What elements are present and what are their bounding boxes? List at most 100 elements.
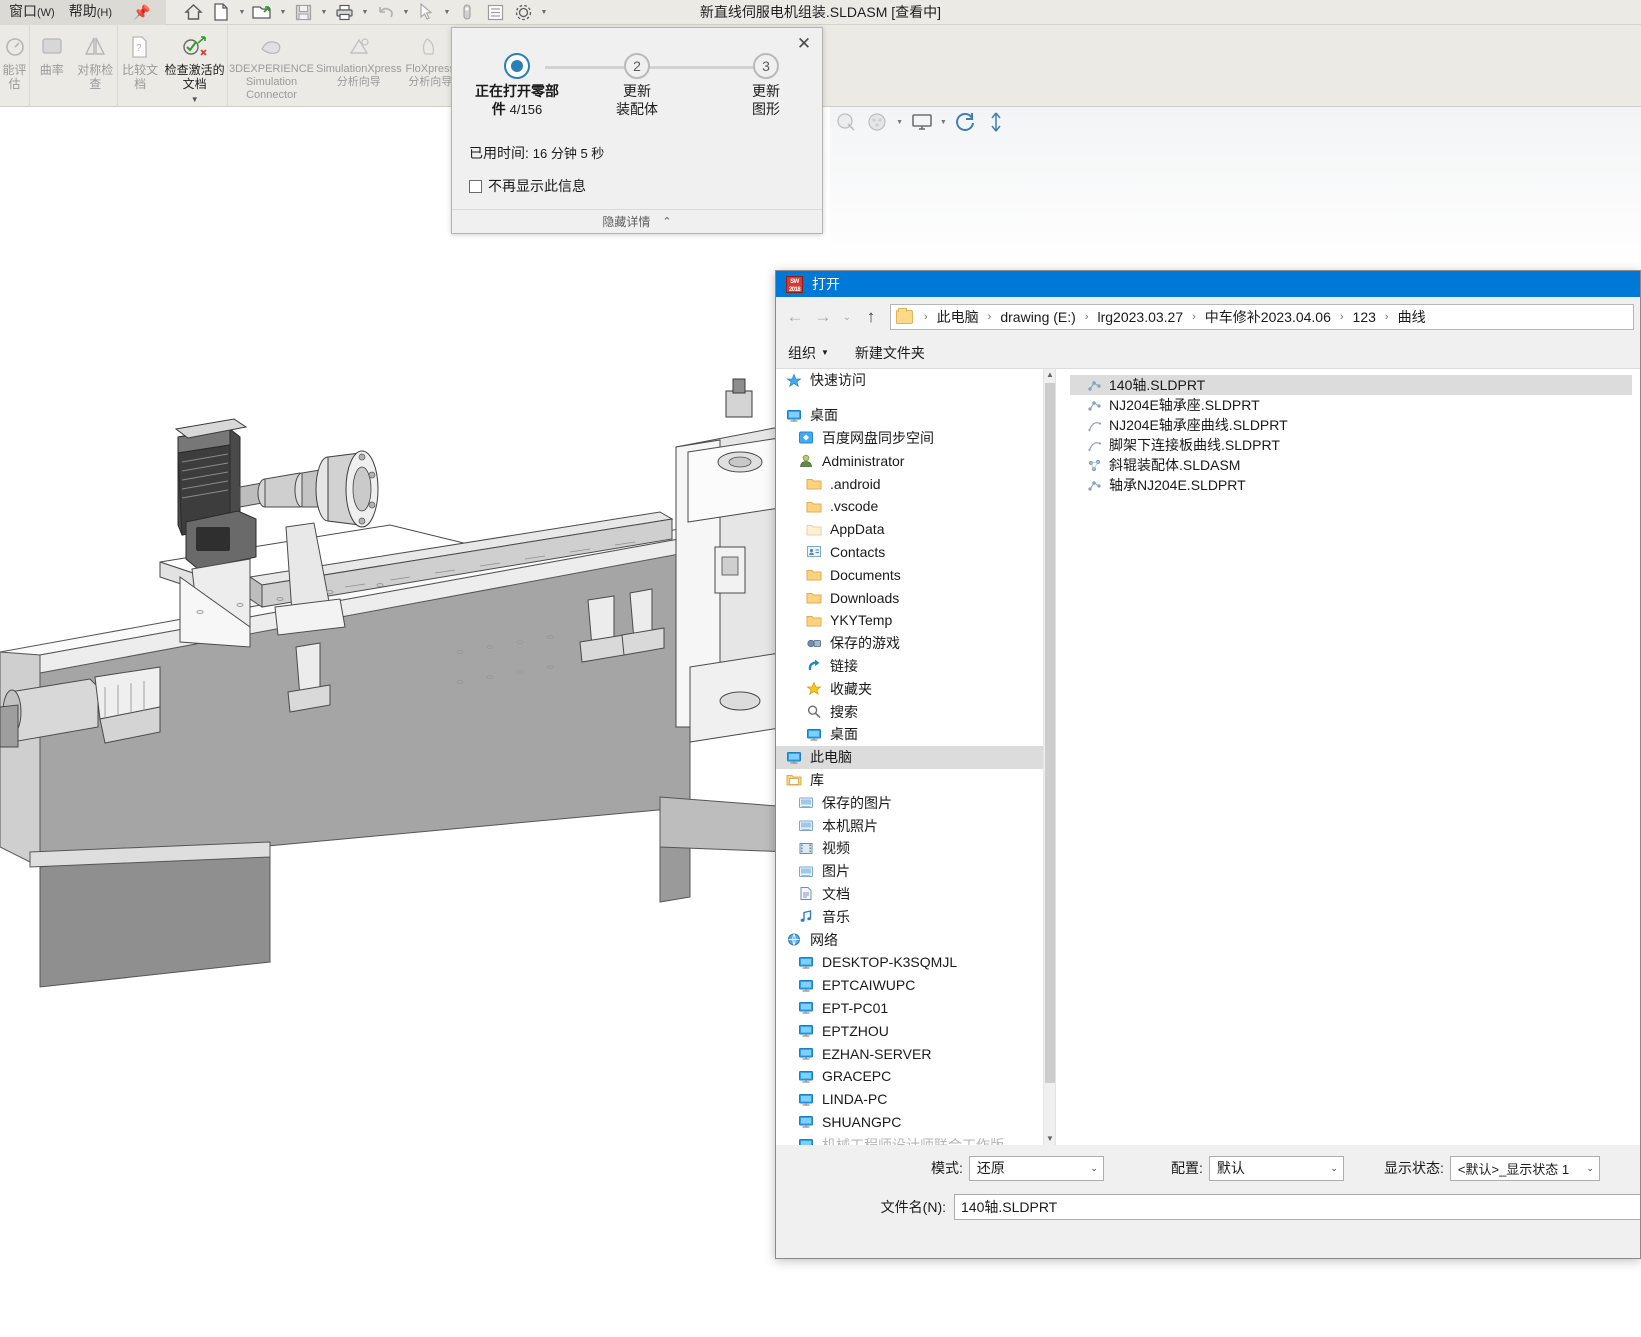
tree-item[interactable]: 收藏夹 [776, 677, 1043, 700]
scroll-down-icon[interactable]: ▼ [1044, 1133, 1055, 1145]
ribbon-button-check-active-document[interactable]: 检查激活的文档 ▼ [162, 29, 227, 109]
tree-item[interactable]: 搜索 [776, 700, 1043, 723]
file-list-item[interactable]: NJ204E轴承座.SLDPRT [1070, 395, 1632, 415]
scene-caret-icon[interactable]: ▼ [895, 119, 905, 126]
tree-item[interactable]: .android [776, 472, 1043, 495]
file-list-item[interactable]: 斜辊装配体.SLDASM [1070, 455, 1632, 475]
ribbon-button-performance-evaluation[interactable]: 能评估 [0, 29, 29, 93]
print-caret-icon[interactable]: ▼ [359, 1, 370, 24]
ribbon-button-simulationxpress[interactable]: SimulationXpress 分析向导 [315, 29, 403, 91]
organize-button[interactable]: 组织 ▼ [788, 343, 829, 363]
open-file-dialog[interactable]: SW 2018 打开 ← → ⌄ ↑ › 此电脑 › drawing (E:) … [775, 270, 1641, 1259]
breadcrumb-item-0[interactable]: 此电脑 [935, 307, 981, 327]
tree-item[interactable]: 网络 [776, 928, 1043, 951]
scroll-up-icon[interactable]: ▲ [1044, 369, 1055, 381]
print-icon[interactable] [331, 1, 357, 24]
dont-show-again-checkbox[interactable]: 不再显示此信息 [469, 176, 586, 196]
tree-item[interactable]: YKYTemp [776, 609, 1043, 632]
filename-input[interactable]: 140轴.SLDPRT [954, 1194, 1640, 1220]
tree-item[interactable]: 本机照片 [776, 814, 1043, 837]
up-one-level-icon[interactable]: ↑ [858, 304, 884, 330]
dialog-title-bar[interactable]: SW 2018 打开 [776, 271, 1640, 297]
ribbon-button-compare-documents[interactable]: ? 比较文档 [118, 29, 162, 93]
open-folder-caret-icon[interactable]: ▼ [277, 1, 288, 24]
measure-icon[interactable] [454, 1, 480, 24]
tree-item[interactable]: AppData [776, 518, 1043, 541]
file-list[interactable]: 140轴.SLDPRT NJ204E轴承座.SLDPRT NJ204E轴承座曲线.S… [1056, 369, 1640, 1145]
display-screen-icon[interactable] [908, 108, 936, 136]
tree-item[interactable]: Downloads [776, 586, 1043, 609]
breadcrumb-item-3[interactable]: 中车修补2023.04.06 [1203, 307, 1333, 327]
tree-item[interactable]: 链接 [776, 655, 1043, 678]
scroll-thumb[interactable] [1045, 383, 1055, 1083]
tree-item[interactable]: 此电脑 [776, 745, 1043, 769]
back-icon[interactable]: ← [782, 304, 808, 330]
home-icon[interactable] [180, 1, 206, 24]
tree-item[interactable]: 库 [776, 769, 1043, 792]
open-progress-dialog[interactable]: ✕ 正在打开零部 件 4/156 2 更新 装配体 3 更新 图形 已用时间: … [451, 27, 823, 234]
file-list-item[interactable]: NJ204E轴承座曲线.SLDPRT [1070, 415, 1632, 435]
properties-list-icon[interactable] [482, 1, 508, 24]
tree-item[interactable]: 图片 [776, 860, 1043, 883]
breadcrumb[interactable]: › 此电脑 › drawing (E:) › lrg2023.03.27 › 中… [890, 304, 1634, 330]
breadcrumb-item-2[interactable]: lrg2023.03.27 [1095, 309, 1185, 325]
tree-item[interactable]: 机械工程师设计师联合工作版 [776, 1133, 1043, 1145]
tree-item[interactable]: GRACEPC [776, 1065, 1043, 1088]
checkbox-box[interactable] [469, 179, 482, 193]
tree-item[interactable]: EPT-PC01 [776, 997, 1043, 1020]
options-gear-icon[interactable] [510, 1, 536, 24]
ribbon-button-symmetry-check[interactable]: 对称检查 [74, 29, 118, 93]
recent-locations-icon[interactable]: ⌄ [838, 304, 856, 330]
new-document-icon[interactable] [208, 1, 234, 24]
tree-item[interactable]: LINDA-PC [776, 1088, 1043, 1111]
tree-item[interactable]: DESKTOP-K3SQMJL [776, 951, 1043, 974]
tree-item[interactable]: Contacts [776, 541, 1043, 564]
tree-item[interactable]: 保存的图片 [776, 791, 1043, 814]
ribbon-button-floxpress[interactable]: FloXpress 分析向导 [403, 29, 458, 91]
config-select[interactable]: 默认 ⌄ [1208, 1155, 1344, 1181]
options-caret-icon[interactable]: ▼ [538, 1, 549, 24]
mode-select[interactable]: 还原 ⌄ [968, 1155, 1104, 1181]
undo-caret-icon[interactable]: ▼ [400, 1, 411, 24]
navigation-tree[interactable]: 快速访问 桌面 百度网盘同步空间 Administrator .android .vsco… [776, 369, 1056, 1145]
undo-icon[interactable] [372, 1, 398, 24]
forward-icon[interactable]: → [810, 304, 836, 330]
new-document-caret-icon[interactable]: ▼ [236, 1, 247, 24]
new-folder-button[interactable]: 新建文件夹 [855, 343, 925, 363]
save-caret-icon[interactable]: ▼ [318, 1, 329, 24]
ribbon-button-curvature[interactable]: 曲率 [30, 29, 74, 79]
tree-item[interactable]: Documents [776, 563, 1043, 586]
menu-item-window[interactable]: 窗口(W) [2, 0, 62, 26]
tree-item[interactable]: 桌面 [776, 404, 1043, 427]
hide-details-button[interactable]: 隐藏详情 ⌃ [452, 209, 822, 233]
appearance-icon[interactable] [833, 108, 861, 136]
breadcrumb-item-1[interactable]: drawing (E:) [998, 309, 1077, 325]
tree-item[interactable]: 桌面 [776, 723, 1043, 746]
tree-item[interactable]: SHUANGPC [776, 1111, 1043, 1134]
file-list-item[interactable]: 脚架下连接板曲线.SLDPRT [1070, 435, 1632, 455]
select-caret-icon[interactable]: ▼ [441, 1, 452, 24]
scene-icon[interactable] [864, 108, 892, 136]
file-list-item[interactable]: 140轴.SLDPRT [1070, 375, 1632, 395]
save-icon[interactable] [290, 1, 316, 24]
reference-geometry-icon[interactable] [982, 108, 1010, 136]
tree-item[interactable]: Administrator [776, 449, 1043, 472]
display-caret-icon[interactable]: ▼ [938, 119, 948, 126]
file-list-item[interactable]: 轴承NJ204E.SLDPRT [1070, 475, 1632, 495]
tree-item[interactable]: 保存的游戏 [776, 632, 1043, 655]
tree-item[interactable]: EZHAN-SERVER [776, 1042, 1043, 1065]
open-folder-icon[interactable] [249, 1, 275, 24]
tree-item[interactable]: 音乐 [776, 905, 1043, 928]
view-toolbar[interactable]: ▼ ▼ [820, 104, 1010, 140]
tree-item[interactable]: EPTCAIWUPC [776, 974, 1043, 997]
tree-item[interactable]: 视频 [776, 837, 1043, 860]
display-state-select[interactable]: <默认>_显示状态 1 ⌄ [1449, 1155, 1600, 1181]
assembly-3d-model[interactable] [0, 107, 790, 1107]
menu-bar[interactable]: 窗口(W) 帮助(H) 📌 ▼ ▼ ▼ ▼ ▼ ▼ ▼ [0, 0, 1641, 25]
breadcrumb-item-4[interactable]: 123 [1351, 309, 1378, 325]
tree-item[interactable]: EPTZHOU [776, 1019, 1043, 1042]
rebuild-refresh-icon[interactable] [951, 108, 979, 136]
select-cursor-icon[interactable] [413, 1, 439, 24]
tree-item[interactable]: 文档 [776, 883, 1043, 906]
tree-item[interactable]: 快速访问 [776, 369, 1043, 392]
